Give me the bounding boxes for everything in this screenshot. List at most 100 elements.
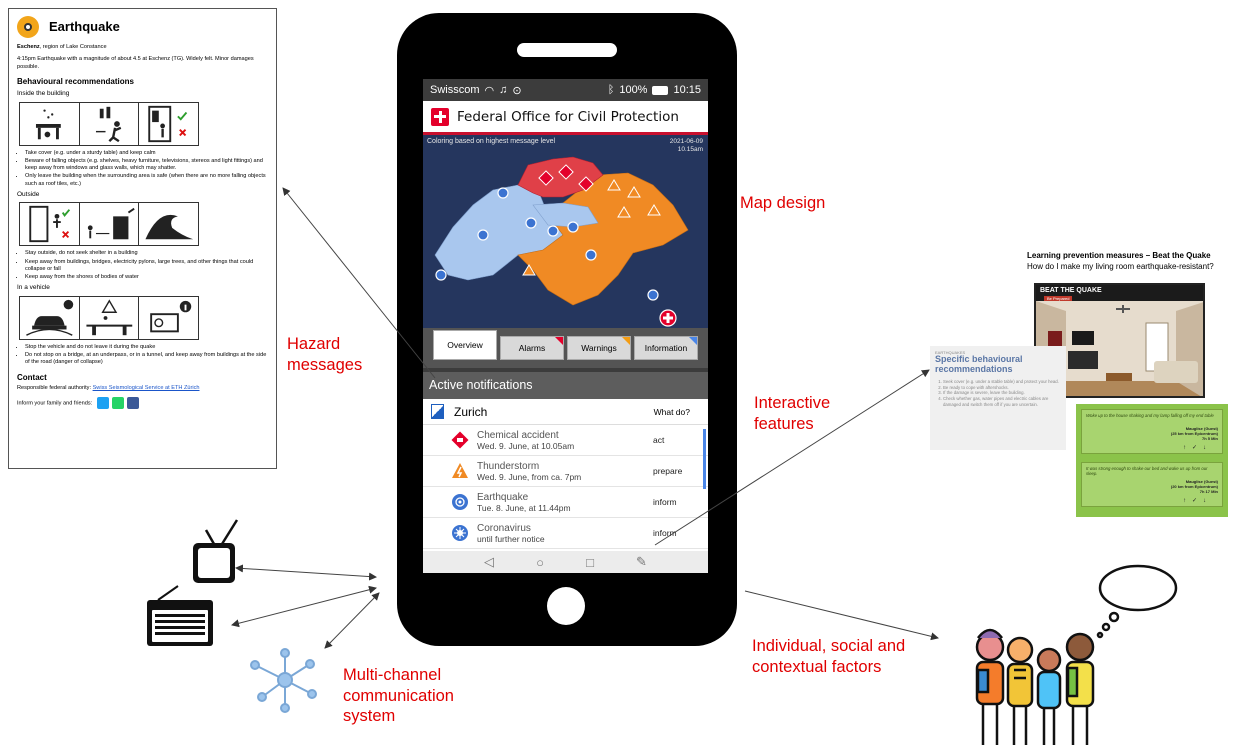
notification-title: Earthquake [477,491,529,503]
report-meta: Mauglise (Guest) (20 km from Epicentrum)… [1171,479,1218,494]
wifi-icon: ◠ [484,84,495,97]
leave-building-pictogram [139,103,198,145]
upvote-icon[interactable]: ↑ [1183,445,1192,451]
carrier: Swisscom [430,84,480,96]
falling-objects-pictogram [80,102,140,145]
authority-link[interactable]: Swiss Seismological Service at ETH Züric… [93,385,200,391]
downvote-icon[interactable]: ↓ [1203,445,1212,451]
report-meta: Mauglise (Guest) (25 km from Epicentrum)… [1171,426,1218,441]
inside-heading: Inside the building [17,90,70,98]
back-icon[interactable]: ◁ [484,554,494,570]
game-header: BEAT THE QUAKE Be Prepared [1036,285,1203,301]
feedback-icon[interactable]: ✎ [636,554,647,570]
active-notifications-heading: Active notifications [423,372,708,399]
information-corner-marker [689,337,697,345]
inform-label: Inform your family and friends: [17,400,93,407]
notification-time: Tue. 8. June, at 11.44pm [477,502,571,513]
coronavirus-icon [452,525,468,541]
notification-time: until further notice [477,533,545,544]
outside-item: Stay outside, do not seek shelter in a b… [25,250,268,257]
arrow-network-phone [324,592,380,649]
check-icon[interactable]: ✓ [1192,498,1203,504]
zurich-crest-icon [431,404,444,419]
scrollbar[interactable] [703,429,706,489]
inform-line: Inform your family and friends: [17,397,268,410]
hazard-message-document: Earthquake Eschenz, region of Lake Const… [8,8,277,469]
game-title: BEAT THE QUAKE [1040,287,1102,294]
stop-vehicle-pictogram [20,296,80,339]
recommendations-heading: Behavioural recommendations [17,76,134,86]
notification-level: act [653,435,665,445]
doc-message: 4:15pm Earthquake with a magnitude of ab… [17,56,254,70]
notification-title: Chemical accident [477,429,559,441]
television-icon [193,519,239,583]
vehicle-item: Stop the vehicle and do not leave it dur… [25,344,268,351]
tab-label: Warnings [581,343,617,353]
keep-away-buildings-pictogram [80,203,140,246]
vehicle-list: Stop the vehicle and do not leave it dur… [25,344,268,367]
user-reports-panel: Woke up to the house shaking and my lamp… [1076,404,1228,517]
doc-location: Eschenz, region of Lake Constance [17,44,268,51]
notification-level: inform [653,497,677,507]
whatsapp-icon[interactable] [111,397,124,410]
location-icon: ⊙ [512,84,522,97]
outside-heading: Outside [17,190,40,198]
home-icon[interactable]: ○ [536,555,544,570]
recents-icon[interactable]: □ [586,555,594,570]
bell-icon: ♫ [499,84,508,96]
inside-list: Take cover (e.g. under a sturdy table) a… [25,150,268,188]
status-bar: Swisscom ◠ ♫ ⊙ ᛒ 100% 10:15 [423,79,708,101]
report-text: It was strong enough to shake our bed an… [1086,466,1208,476]
check-icon[interactable]: ✓ [1192,445,1203,451]
inside-item: Only leave the building when the surroun… [25,173,268,188]
arrow-to-factors [744,590,939,641]
contact-heading: Contact [17,372,47,382]
notification-row[interactable]: Coronavirus until further notice inform [423,518,708,549]
thunderstorm-icon [452,463,468,478]
phone-screen: Swisscom ◠ ♫ ⊙ ᛒ 100% 10:15 Federal Offi… [423,79,708,573]
what-do-link[interactable]: What do? [654,407,690,417]
social-share [96,397,139,410]
earthquake-icon [452,494,468,510]
hazard-map[interactable]: Coloring based on highest message level … [423,135,708,328]
stay-outside-pictogram [20,203,80,246]
authority-label: Responsible federal authority: [17,385,93,392]
tab-information[interactable]: Information [634,336,698,360]
earthquake-warning-icon [17,16,39,38]
chemical-accident-icon [451,431,469,449]
multichannel-label: Multi-channel communication system [343,666,454,726]
user-report: It was strong enough to shake our bed an… [1081,462,1223,507]
battery-icon [652,85,669,95]
report-time: 7h 17 Min [1199,489,1218,494]
upvote-icon[interactable]: ↑ [1183,498,1192,504]
android-nav-bar: ◁ ○ □ ✎ [423,551,708,573]
notification-row[interactable]: Earthquake Tue. 8. June, at 11.44pm infor… [423,487,708,518]
learning-title-tail: Beat the Quake [1152,251,1211,260]
behaviour-item: Check whether gas, water pipes and elect… [943,396,1061,408]
radio-icon [147,585,213,646]
app-header: Federal Office for Civil Protection [423,101,708,135]
tab-warnings[interactable]: Warnings [567,336,631,360]
tab-alarms[interactable]: Alarms [500,336,564,360]
clock: 10:15 [673,84,701,96]
warning-corner-marker [622,337,630,345]
swiss-cross-marker [659,309,677,327]
report-time: 7h 5 Min [1201,436,1218,441]
behaviour-item: Seek cover (e.g. under a stable table) a… [943,379,1061,385]
user-report: Woke up to the house shaking and my lamp… [1081,409,1223,454]
report-text: Woke up to the house shaking and my lamp… [1086,413,1214,418]
twitter-icon[interactable] [96,397,109,410]
facebook-icon[interactable] [126,397,139,410]
notification-title: Coronavirus [477,522,531,534]
behaviour-card-list: Seek cover (e.g. under a stable table) a… [943,379,1061,408]
downvote-icon[interactable]: ↓ [1203,498,1212,504]
inside-item: Beware of falling objects (e.g. shelves,… [25,158,268,173]
interactive-features-label: Interactive features [754,394,831,433]
notification-row[interactable]: Thunderstorm Wed. 9. June, from ca. 7pm p… [423,456,708,487]
notification-row[interactable]: Chemical accident Wed. 9. June, at 10.05a… [423,425,708,456]
outside-item: Keep away from the shores of bodies of w… [25,274,268,281]
switzerland-map [434,156,689,327]
map-design-label: Map design [740,194,826,212]
region-name: Zurich [454,404,488,419]
tab-overview[interactable]: Overview [433,330,497,360]
